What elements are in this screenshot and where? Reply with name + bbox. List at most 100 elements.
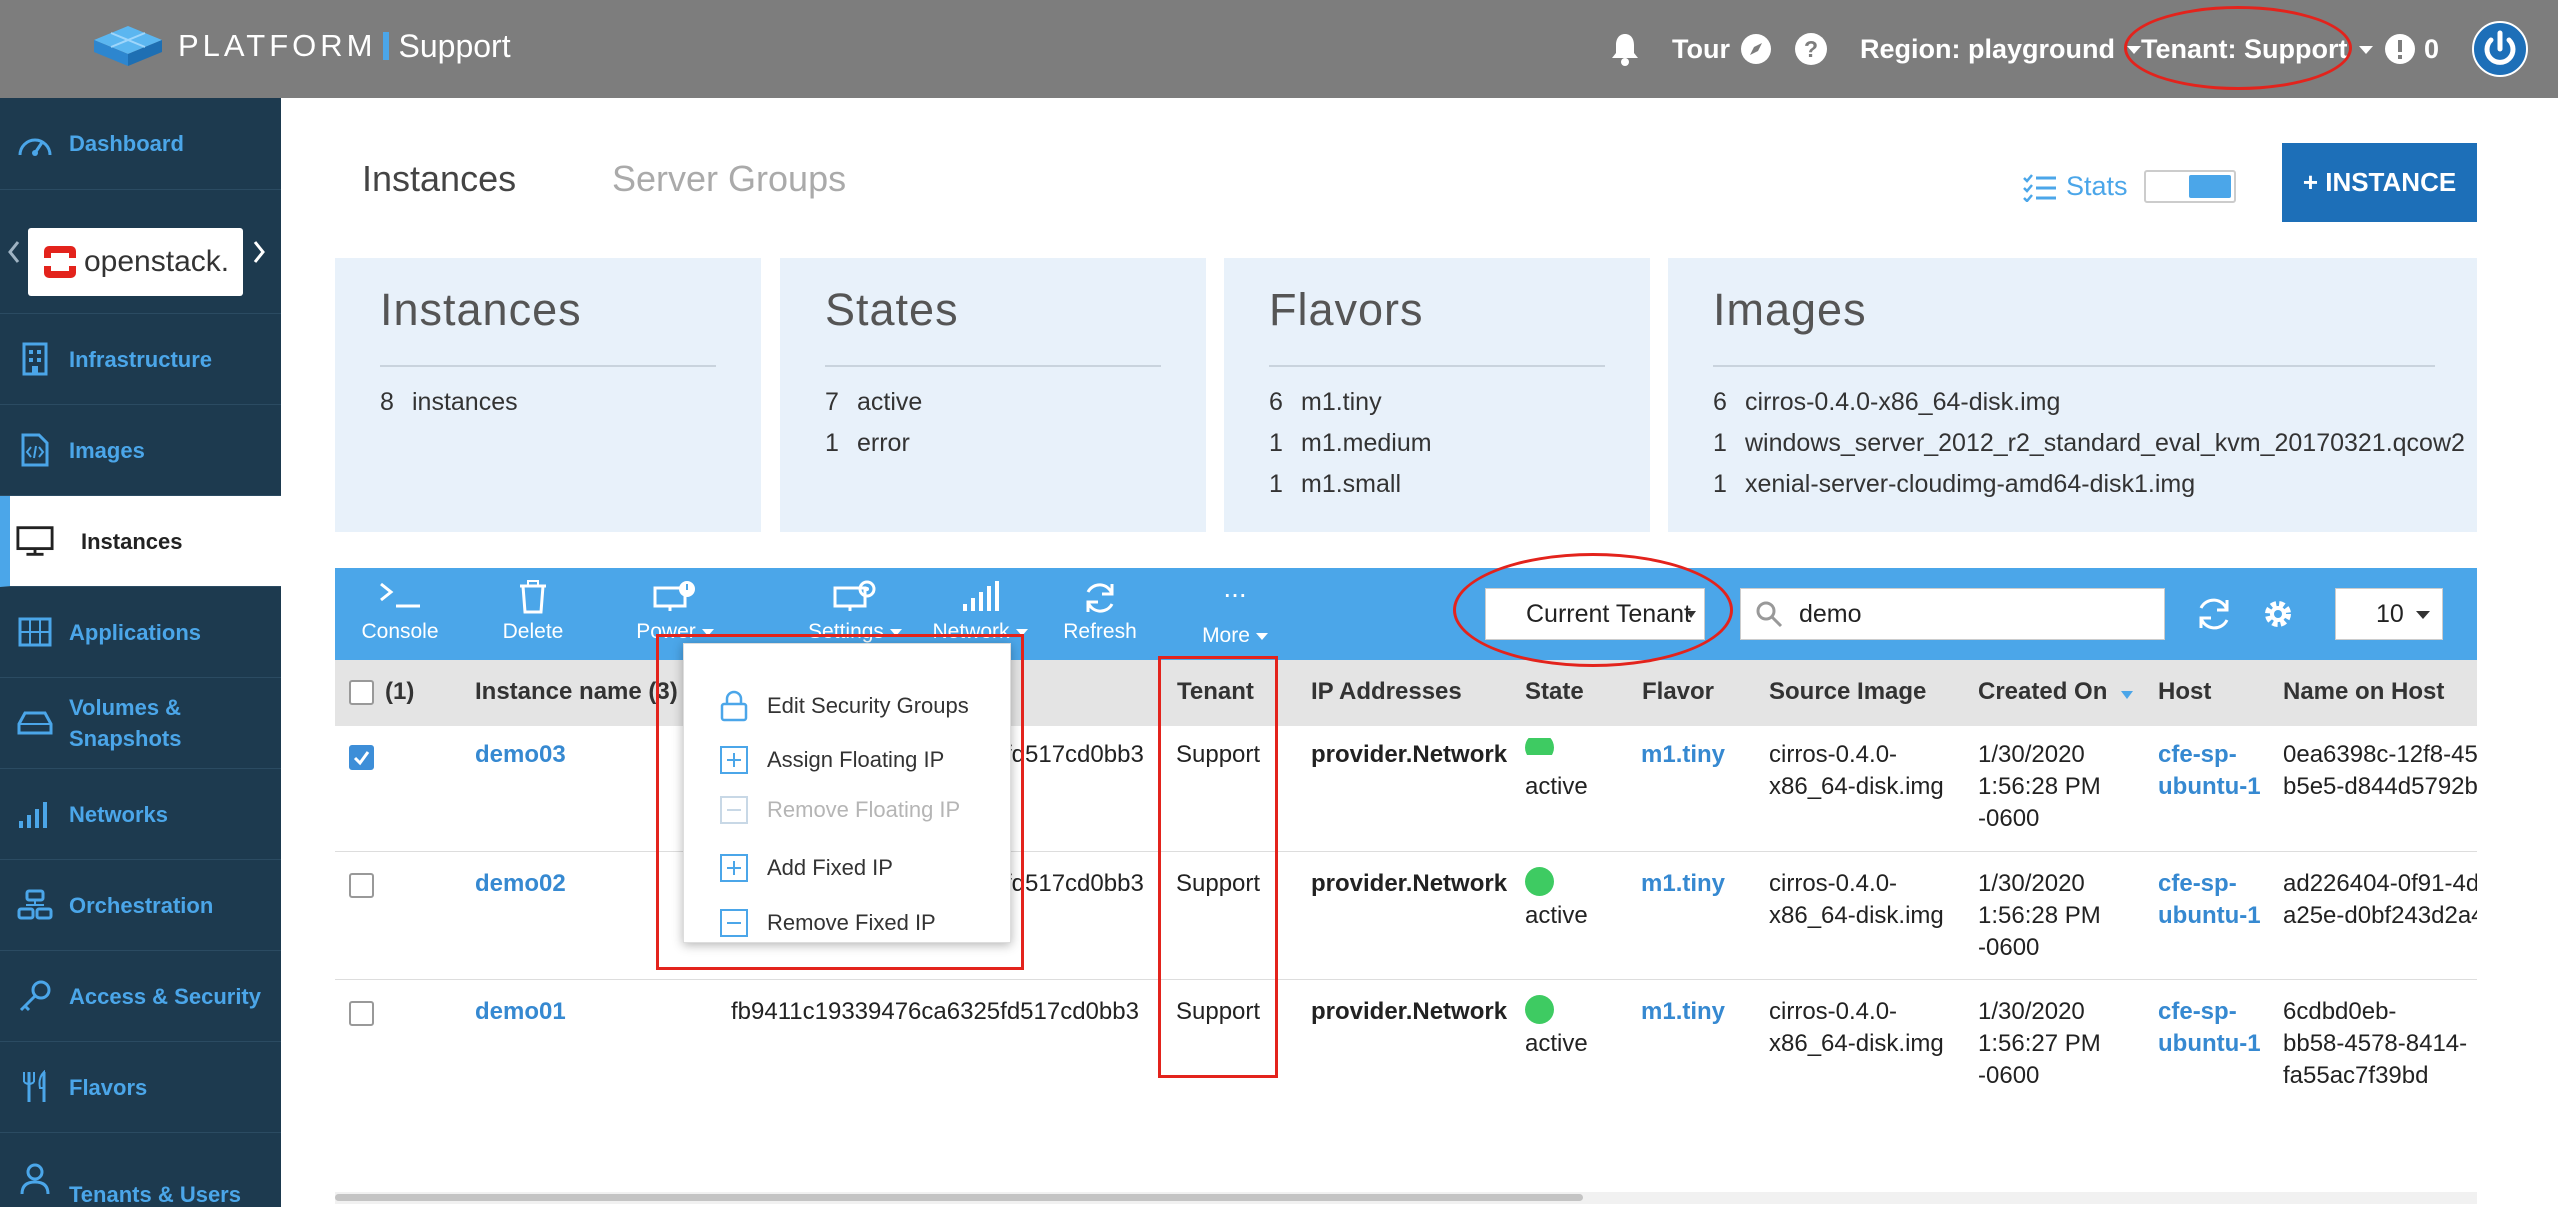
image-cell-line1: cirros-0.4.0- bbox=[1769, 741, 1898, 768]
created-line1: 1/30/2020 bbox=[1978, 998, 2085, 1025]
row-checkbox[interactable] bbox=[349, 1001, 374, 1026]
tab-instances[interactable]: Instances bbox=[362, 158, 516, 200]
region-selector[interactable]: Region: playground bbox=[1860, 0, 2141, 98]
brand-name: PLATFORM bbox=[178, 28, 377, 63]
row-count: 1 bbox=[1269, 470, 1283, 498]
tour-button[interactable]: Tour bbox=[1672, 0, 1772, 98]
sidebar-item-images[interactable]: Images bbox=[0, 405, 281, 496]
page-size-select[interactable]: 10 bbox=[2335, 588, 2443, 640]
chevron-left-icon[interactable] bbox=[7, 240, 21, 264]
sync-button[interactable] bbox=[2195, 590, 2235, 638]
sidebar-item-infrastructure[interactable]: Infrastructure bbox=[0, 314, 281, 405]
instance-id: fb9411c19339476ca6325fd517cd0bb3 bbox=[731, 998, 1139, 1025]
instance-name-link[interactable]: demo03 bbox=[475, 738, 566, 771]
help-button[interactable]: ? bbox=[1794, 0, 1828, 98]
col-created-on[interactable]: Created On bbox=[1978, 678, 2134, 706]
state-cell: active bbox=[1525, 902, 1588, 929]
instance-id: fd517cd0bb3 bbox=[1005, 870, 1144, 897]
search-box[interactable]: demo bbox=[1740, 588, 2165, 640]
row-label: xenial-server-cloudimg-amd64-disk1.img bbox=[1745, 470, 2196, 498]
power-icon bbox=[2472, 21, 2528, 77]
instance-name-link[interactable]: demo01 bbox=[475, 995, 566, 1028]
product-name: Support bbox=[398, 27, 511, 64]
trash-icon bbox=[520, 580, 546, 614]
state-cell: active bbox=[1525, 773, 1588, 800]
col-source-image[interactable]: Source Image bbox=[1769, 678, 1926, 706]
delete-button[interactable]: Delete bbox=[495, 568, 571, 660]
sidebar-item-flavors[interactable]: Flavors bbox=[0, 1042, 281, 1133]
created-line1: 1/30/2020 bbox=[1978, 741, 2085, 768]
openstack-logo[interactable]: openstack. bbox=[28, 228, 243, 296]
building-icon bbox=[16, 342, 54, 376]
grid-icon bbox=[16, 617, 54, 647]
sidebar: Dashboard openstack. Infrastructure Imag… bbox=[0, 98, 281, 1207]
flavor-link[interactable]: m1.tiny bbox=[1641, 995, 1725, 1028]
row-checkbox[interactable] bbox=[349, 745, 374, 770]
question-circle-icon: ? bbox=[1795, 33, 1827, 65]
col-state[interactable]: State bbox=[1525, 678, 1584, 706]
refresh-button[interactable]: Refresh bbox=[1055, 568, 1145, 660]
cloud-switcher: openstack. bbox=[0, 190, 281, 314]
server-power-icon bbox=[653, 581, 695, 611]
row-count: 1 bbox=[1713, 470, 1727, 498]
user-icon bbox=[16, 1163, 54, 1195]
image-cell-line1: cirros-0.4.0- bbox=[1769, 870, 1898, 897]
host-link-line1[interactable]: cfe-sp- bbox=[2158, 738, 2237, 771]
sort-desc-icon bbox=[2121, 691, 2134, 699]
notifications-button[interactable] bbox=[1610, 0, 1640, 98]
host-link-line2[interactable]: ubuntu-1 bbox=[2158, 770, 2261, 803]
table-settings-button[interactable] bbox=[2260, 590, 2300, 638]
region-label: Region: playground bbox=[1860, 33, 2115, 64]
page-size-value: 10 bbox=[2376, 599, 2404, 628]
sidebar-item-applications[interactable]: Applications bbox=[0, 587, 281, 678]
gear-icon bbox=[2265, 601, 2291, 627]
monitor-icon bbox=[16, 525, 54, 557]
host-link-line2[interactable]: ubuntu-1 bbox=[2158, 899, 2261, 932]
sidebar-item-volumes[interactable]: Volumes & Snapshots bbox=[0, 678, 281, 769]
console-button[interactable]: Console bbox=[360, 568, 440, 660]
sidebar-item-access-security[interactable]: Access & Security bbox=[0, 951, 281, 1042]
stats-toggle-group[interactable]: Stats bbox=[2022, 170, 2236, 203]
add-instance-button[interactable]: + INSTANCE bbox=[2282, 143, 2477, 222]
platform-logo[interactable]: PLATFORM Support bbox=[92, 24, 511, 68]
col-flavor[interactable]: Flavor bbox=[1642, 678, 1714, 706]
scrollbar-thumb[interactable] bbox=[335, 1194, 1583, 1201]
image-cell-line1: cirros-0.4.0- bbox=[1769, 998, 1898, 1025]
brand-separator bbox=[382, 32, 389, 60]
file-code-icon bbox=[16, 433, 54, 467]
card-row: 6 m1.tiny bbox=[1269, 388, 1382, 417]
col-instance-name[interactable]: Instance name (3) bbox=[475, 678, 678, 706]
sidebar-item-orchestration[interactable]: Orchestration bbox=[0, 860, 281, 951]
col-host[interactable]: Host bbox=[2158, 678, 2211, 706]
card-row: 1 xenial-server-cloudimg-amd64-disk1.img bbox=[1713, 470, 2195, 499]
more-label: More bbox=[1202, 624, 1250, 647]
host-link-line1[interactable]: cfe-sp- bbox=[2158, 867, 2237, 900]
cube-logo-icon bbox=[94, 26, 162, 66]
flavor-link[interactable]: m1.tiny bbox=[1641, 738, 1725, 771]
horizontal-scrollbar[interactable] bbox=[335, 1192, 2477, 1204]
stats-toggle-switch[interactable] bbox=[2143, 170, 2236, 203]
power-logout-button[interactable] bbox=[2472, 0, 2528, 98]
chevron-right-icon[interactable] bbox=[252, 240, 266, 264]
host-link-line2[interactable]: ubuntu-1 bbox=[2158, 1027, 2261, 1060]
stack-icon bbox=[16, 889, 54, 921]
more-menu-button[interactable]: ... More bbox=[1190, 568, 1280, 660]
status-dot-icon bbox=[1525, 867, 1554, 896]
row-checkbox[interactable] bbox=[349, 873, 374, 898]
tab-server-groups[interactable]: Server Groups bbox=[612, 158, 846, 200]
host-link-line1[interactable]: cfe-sp- bbox=[2158, 995, 2237, 1028]
col-name-on-host[interactable]: Name on Host bbox=[2283, 678, 2444, 706]
sidebar-item-dashboard[interactable]: Dashboard bbox=[0, 98, 281, 190]
instance-name-link[interactable]: demo02 bbox=[475, 867, 566, 900]
alerts-count: 0 bbox=[2424, 33, 2440, 64]
select-all-checkbox[interactable] bbox=[349, 680, 374, 705]
created-line3: -0600 bbox=[1978, 1062, 2040, 1089]
sidebar-item-instances[interactable]: Instances bbox=[0, 496, 281, 587]
sidebar-item-label: Volumes & Snapshots bbox=[69, 695, 182, 751]
alerts-button[interactable]: 0 bbox=[2384, 0, 2439, 98]
sidebar-item-networks[interactable]: Networks bbox=[0, 769, 281, 860]
flavor-link[interactable]: m1.tiny bbox=[1641, 867, 1725, 900]
col-ip-addresses[interactable]: IP Addresses bbox=[1311, 678, 1462, 706]
search-input[interactable]: demo bbox=[1799, 600, 1862, 629]
sidebar-item-tenants-users[interactable]: Tenants & Users bbox=[0, 1133, 281, 1207]
